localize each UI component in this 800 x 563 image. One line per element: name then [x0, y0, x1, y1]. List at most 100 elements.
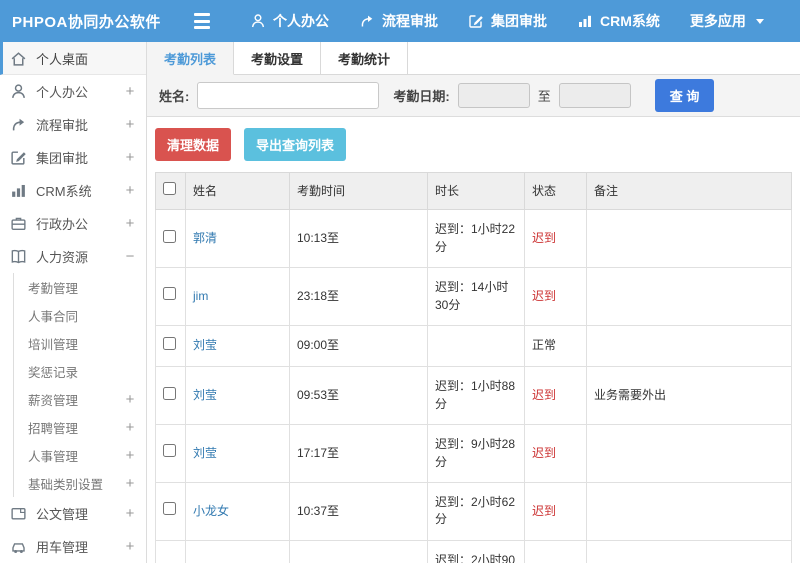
caret-down-icon — [755, 18, 764, 24]
book-icon — [10, 248, 27, 265]
sidebar-group: 人力资源 − 考勤管理 人事合同 培训管理 奖惩记录 薪资管理 + 招聘管理 +… — [0, 240, 146, 497]
tab[interactable]: 考勤统计 — [321, 42, 409, 74]
sidebar-item[interactable]: 人力资源 − — [0, 240, 146, 273]
expand-toggle[interactable]: + — [122, 392, 138, 407]
select-all-cell — [155, 171, 186, 211]
filter-bar: 姓名: 考勤日期: 至 查 询 — [147, 75, 800, 117]
hamburger-menu-icon[interactable] — [194, 13, 216, 29]
row-checkbox[interactable] — [163, 502, 176, 516]
expand-toggle[interactable]: + — [122, 506, 138, 521]
name-input[interactable] — [197, 82, 380, 109]
time-cell: 09:53至 — [289, 366, 428, 426]
sidebar-item[interactable]: 个人办公 + — [0, 75, 146, 108]
sidebar-item-label: 公文管理 — [36, 507, 89, 522]
col-header-status: 状态 — [524, 171, 587, 211]
sidebar-subitem[interactable]: 人事管理 + — [13, 441, 146, 469]
topnav-item[interactable]: CRM系统 — [577, 11, 660, 31]
employee-name-link[interactable]: 小龙女 — [193, 504, 229, 518]
status-cell: 迟到 — [524, 209, 587, 269]
row-checkbox[interactable] — [163, 444, 176, 458]
date-from-input[interactable] — [457, 83, 530, 108]
duration-line1: 迟到：1小时88分 — [435, 379, 516, 411]
expand-toggle[interactable]: + — [122, 216, 138, 231]
expand-toggle[interactable]: + — [122, 448, 138, 463]
sidebar-item[interactable]: 流程审批 + — [0, 108, 146, 141]
employee-name-link[interactable]: jim — [193, 289, 208, 303]
sidebar-group: 流程审批 + — [0, 108, 146, 141]
sidebar-submenu: 考勤管理 人事合同 培训管理 奖惩记录 薪资管理 + 招聘管理 + 人事管理 +… — [0, 273, 146, 497]
topnav-item-label: CRM系统 — [600, 13, 660, 29]
table-row: 刘莹 17:17至 迟到：9小时28分 迟到 — [155, 424, 792, 483]
topnav-item[interactable]: 更多应用 — [690, 11, 764, 31]
row-checkbox[interactable] — [163, 287, 176, 301]
sidebar-subitem[interactable]: 基础类别设置 + — [13, 469, 146, 497]
expand-toggle[interactable]: − — [122, 249, 138, 264]
chart-icon — [10, 182, 27, 199]
time-cell: 10:54至10:54 — [289, 539, 428, 563]
sidebar-item[interactable]: 用车管理 + — [0, 530, 146, 563]
expand-toggle[interactable]: + — [122, 476, 138, 491]
expand-toggle[interactable]: + — [122, 117, 138, 132]
date-to-input[interactable] — [558, 83, 631, 108]
sidebar-item[interactable]: 集团审批 + — [0, 141, 146, 174]
col-header-name: 姓名 — [185, 171, 290, 211]
name-label: 姓名: — [159, 89, 190, 104]
sidebar-item-label: 人力资源 — [36, 250, 89, 265]
expand-toggle[interactable]: + — [122, 539, 138, 554]
sidebar-item[interactable]: 公文管理 + — [0, 497, 146, 530]
row-checkbox-cell — [155, 481, 186, 541]
sidebar-item[interactable]: 个人桌面 — [0, 42, 146, 75]
time-cell: 09:00至 — [289, 324, 428, 368]
sidebar-subitem-label: 人事管理 — [28, 449, 79, 464]
row-checkbox-cell — [155, 324, 186, 368]
row-checkbox-cell — [155, 366, 186, 426]
expand-toggle[interactable]: + — [122, 420, 138, 435]
topnav-item[interactable]: 流程审批 — [359, 11, 438, 31]
table-row: 小龙女 10:37至 迟到：2小时62分 迟到 — [155, 481, 792, 541]
table-row: 管理员 10:54至10:54 迟到：2小时90分 早退：7小时10分 迟到/早… — [155, 539, 792, 563]
employee-name-link[interactable]: 刘莹 — [193, 388, 217, 402]
sidebar-item[interactable]: CRM系统 + — [0, 174, 146, 207]
top-header: PHPOA协同办公软件 个人办公 流程审批 集团审批 CRM系统 更多应用 — [0, 0, 800, 42]
topnav-item-label: 个人办公 — [273, 13, 329, 29]
sidebar-item-label: 个人办公 — [36, 85, 89, 100]
table-row: 郭清 10:13至 迟到：1小时22分 迟到 — [155, 209, 792, 269]
topnav-item[interactable]: 个人办公 — [250, 11, 329, 31]
topnav-item[interactable]: 集团审批 — [468, 11, 547, 31]
row-checkbox[interactable] — [163, 336, 176, 350]
row-checkbox-cell — [155, 539, 186, 563]
expand-toggle[interactable]: + — [122, 183, 138, 198]
sidebar-subitem[interactable]: 招聘管理 + — [13, 413, 146, 441]
status-cell: 迟到/早退 — [524, 539, 587, 563]
sidebar-subitem[interactable]: 培训管理 — [13, 329, 146, 357]
select-all-checkbox[interactable] — [163, 182, 176, 195]
row-checkbox[interactable] — [163, 386, 176, 400]
sidebar-subitem-label: 人事合同 — [28, 309, 79, 324]
row-checkbox-cell — [155, 424, 186, 483]
duration-cell: 迟到：2小时62分 — [427, 481, 525, 541]
name-cell: jim — [185, 267, 290, 326]
tab[interactable]: 考勤设置 — [234, 42, 322, 74]
row-checkbox[interactable] — [163, 229, 176, 243]
tab[interactable]: 考勤列表 — [147, 42, 235, 75]
remark-cell — [586, 267, 792, 326]
search-button[interactable]: 查 询 — [654, 79, 715, 112]
sidebar-item[interactable]: 行政办公 + — [0, 207, 146, 240]
employee-name-link[interactable]: 郭清 — [193, 231, 217, 245]
table-body: 郭清 10:13至 迟到：1小时22分 迟到 jim 23:18至 迟到：14小… — [155, 209, 792, 563]
sidebar-subitem[interactable]: 人事合同 — [13, 301, 146, 329]
sidebar-subitem[interactable]: 考勤管理 — [13, 273, 146, 301]
person-icon — [250, 13, 266, 29]
sidebar-subitem[interactable]: 薪资管理 + — [13, 385, 146, 413]
expand-toggle[interactable]: + — [122, 150, 138, 165]
clean-data-button[interactable]: 清理数据 — [155, 128, 232, 161]
export-list-button[interactable]: 导出查询列表 — [244, 128, 347, 161]
sidebar-group: 用车管理 + — [0, 530, 146, 563]
duration-line1: 迟到：2小时90分 — [435, 552, 516, 563]
top-nav: 个人办公 流程审批 集团审批 CRM系统 更多应用 — [250, 11, 764, 31]
employee-name-link[interactable]: 刘莹 — [193, 446, 217, 460]
employee-name-link[interactable]: 刘莹 — [193, 338, 217, 352]
col-header-duration: 时长 — [427, 171, 525, 211]
expand-toggle[interactable]: + — [122, 84, 138, 99]
sidebar-subitem[interactable]: 奖惩记录 — [13, 357, 146, 385]
